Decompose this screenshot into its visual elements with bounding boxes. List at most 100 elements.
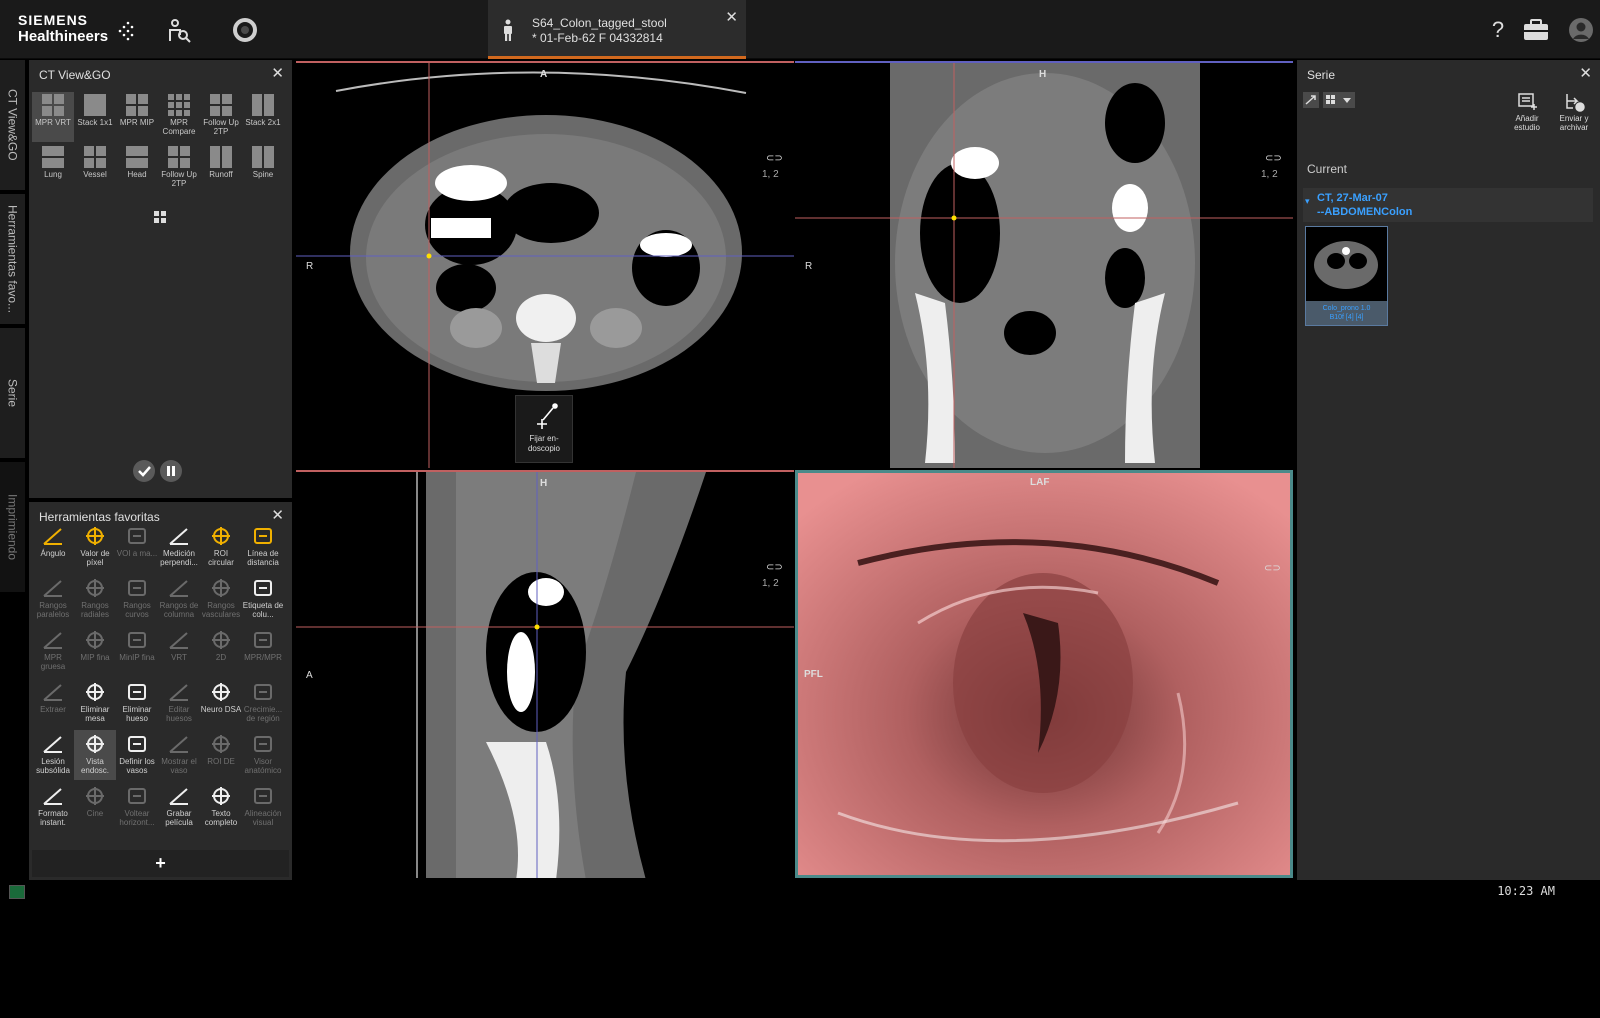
send-archive-button[interactable]: Enviar y archivar xyxy=(1549,92,1599,132)
link-icon[interactable]: ⊂⊃ xyxy=(1264,563,1281,574)
more-layouts-button[interactable] xyxy=(153,210,167,224)
tool-thick-mpr[interactable]: MPR gruesa xyxy=(32,626,74,676)
orientation-left-label: PFL xyxy=(804,669,823,680)
vtab-series[interactable]: Serie xyxy=(0,328,25,460)
vtab-printing[interactable]: Imprimiendo xyxy=(0,462,25,594)
vrt-icon xyxy=(167,629,191,651)
expand-triangle-icon[interactable]: ▾ xyxy=(1305,196,1310,207)
series-panel: Serie ✕ Añadir estudio Enviar y archivar… xyxy=(1297,60,1600,880)
layout-head[interactable]: Head xyxy=(116,144,158,194)
tool-voi[interactable]: VOI a ma... xyxy=(116,522,158,572)
vtab-ct-viewgo[interactable]: CT View&GO xyxy=(0,60,25,192)
tool-roi-de[interactable]: ROI DE xyxy=(200,730,242,780)
tool-perpendicular-measure[interactable]: Medición perpendi... xyxy=(158,522,200,572)
tool-record-film[interactable]: Grabar película xyxy=(158,782,200,832)
user-avatar[interactable] xyxy=(1565,14,1597,46)
grid-2x2-icon xyxy=(42,94,64,116)
link-icon[interactable]: ⊂⊃ xyxy=(766,562,783,573)
layout-mpr-compare[interactable]: MPR Compare xyxy=(158,92,200,142)
viewer-button[interactable] xyxy=(229,14,261,46)
tool-visual-alignment[interactable]: Alineación visual xyxy=(242,782,284,832)
vascular-ranges-icon xyxy=(209,577,233,599)
tool-cine[interactable]: Cine xyxy=(74,782,116,832)
tool-vrt[interactable]: VRT xyxy=(158,626,200,676)
close-layout-panel-icon[interactable]: ✕ xyxy=(271,64,284,82)
series-index-label: 1, 2 xyxy=(1261,169,1278,180)
tool-remove-bone[interactable]: Eliminar hueso xyxy=(116,678,158,728)
tool-region-grow[interactable]: Crecimie... de región xyxy=(242,678,284,728)
layout-lung[interactable]: Lung xyxy=(32,144,74,194)
tool-define-vessels[interactable]: Definir los vasos xyxy=(116,730,158,780)
tool-label: Rangos curvos xyxy=(123,601,151,619)
tool-ruler[interactable]: Línea de distancia xyxy=(242,522,284,572)
tool-layout-snapshot[interactable]: Formato instant. xyxy=(32,782,74,832)
apply-layout-button[interactable] xyxy=(133,460,155,482)
add-study-button[interactable]: Añadir estudio xyxy=(1505,92,1549,132)
layout-mpr-mip[interactable]: MPR MIP xyxy=(116,92,158,142)
tool-label: Extraer xyxy=(40,705,66,714)
view-mode-dropdown[interactable] xyxy=(1323,92,1355,108)
monitor-status-icon[interactable] xyxy=(9,885,25,899)
set-endoscope-popup[interactable]: Fijar en-doscopio xyxy=(515,395,573,463)
layout-follow-up-2tp-b[interactable]: Follow Up 2TP xyxy=(158,144,200,194)
layout-spine[interactable]: Spine xyxy=(242,144,284,194)
study-row[interactable]: ▾ CT, 27-Mar-07 --ABDOMENColon xyxy=(1303,188,1593,222)
tool-pixel-value[interactable]: Valor de píxel xyxy=(74,522,116,572)
tool-flip-horizontal[interactable]: Voltear horizont... xyxy=(116,782,158,832)
help-button[interactable]: ? xyxy=(1482,14,1514,46)
layout-label: Follow Up 2TP xyxy=(203,118,239,136)
tool-spine-ranges[interactable]: Rangos de columna xyxy=(158,574,200,624)
tool-endoscopic-view[interactable]: Vista endosc. xyxy=(74,730,116,780)
grid-2x2-icon xyxy=(126,94,148,116)
tool-remove-table[interactable]: Eliminar mesa xyxy=(74,678,116,728)
flip-horizontal-icon xyxy=(125,785,149,807)
tool-spine-label[interactable]: Etiqueta de colu... xyxy=(242,574,284,624)
layout-runoff[interactable]: Runoff xyxy=(200,144,242,194)
sort-button[interactable] xyxy=(1303,92,1319,108)
left-vertical-tabs: CT View&GO Herramientas favo... Serie Im… xyxy=(0,60,27,600)
pause-button[interactable] xyxy=(160,460,182,482)
tool-edit-bone[interactable]: Editar huesos xyxy=(158,678,200,728)
layout-stack-1x1[interactable]: Stack 1x1 xyxy=(74,92,116,142)
sagittal-viewport[interactable]: H A ⊂⊃ 1, 2 xyxy=(296,470,794,878)
tool-thin-mip[interactable]: MIP fina xyxy=(74,626,116,676)
layout-label: Spine xyxy=(252,170,274,179)
close-patient-tab-icon[interactable]: ✕ xyxy=(725,8,738,26)
layout-follow-up-2tp[interactable]: Follow Up 2TP xyxy=(200,92,242,142)
link-icon[interactable]: ⊂⊃ xyxy=(766,153,783,164)
radial-ranges-icon xyxy=(83,577,107,599)
vrt-endoscopic-viewport[interactable]: LAF PFL ⊂⊃ xyxy=(795,470,1293,878)
tool-extract[interactable]: Extraer xyxy=(32,678,74,728)
tool-radial-ranges[interactable]: Rangos radiales xyxy=(74,574,116,624)
tool-circle-roi[interactable]: ROI circular xyxy=(200,522,242,572)
patient-name: S64_Colon_tagged_stool xyxy=(532,16,667,30)
tool-angle[interactable]: Ángulo xyxy=(32,522,74,572)
tool-curved-ranges[interactable]: Rangos curvos xyxy=(116,574,158,624)
grid-2x2-icon xyxy=(84,146,106,168)
remove-table-icon xyxy=(83,681,107,703)
clock: 10:23 AM xyxy=(1497,884,1555,898)
toolbox-button[interactable] xyxy=(1520,14,1552,46)
series-thumbnail[interactable]: Colo_prono 1.0 B10f [4] [4] xyxy=(1305,226,1388,326)
layout-stack-2x1[interactable]: Stack 2x1 xyxy=(242,92,284,142)
send-archive-icon xyxy=(1566,94,1585,112)
tool-parallel-ranges[interactable]: Rangos paralelos xyxy=(32,574,74,624)
tool-show-vessel[interactable]: Mostrar el vaso xyxy=(158,730,200,780)
tool-full-text[interactable]: Texto completo xyxy=(200,782,242,832)
tool-2d[interactable]: 2D xyxy=(200,626,242,676)
patient-browser-button[interactable] xyxy=(162,14,194,46)
close-series-panel-icon[interactable]: ✕ xyxy=(1579,64,1592,82)
tool-vascular-ranges[interactable]: Rangos vasculares xyxy=(200,574,242,624)
coronal-viewport[interactable]: H R ⊂⊃ 1, 2 xyxy=(795,61,1293,468)
link-icon[interactable]: ⊂⊃ xyxy=(1265,153,1282,164)
vtab-favorite-tools[interactable]: Herramientas favo... xyxy=(0,194,25,326)
tool-thin-minip[interactable]: MinIP fina xyxy=(116,626,158,676)
layout-mpr-vrt[interactable]: MPR VRT xyxy=(32,92,74,142)
tool-mpr-mpr[interactable]: MPR/MPR xyxy=(242,626,284,676)
layout-vessel[interactable]: Vessel xyxy=(74,144,116,194)
tool-neuro-dsa[interactable]: Neuro DSA xyxy=(200,678,242,728)
add-tool-button[interactable]: + xyxy=(32,850,289,877)
tool-lung-lesion[interactable]: Lesión subsólida xyxy=(32,730,74,780)
tool-anatomic-viewer[interactable]: Visor anatómico xyxy=(242,730,284,780)
patient-tab[interactable]: S64_Colon_tagged_stool * 01-Feb-62 F 043… xyxy=(488,0,746,59)
